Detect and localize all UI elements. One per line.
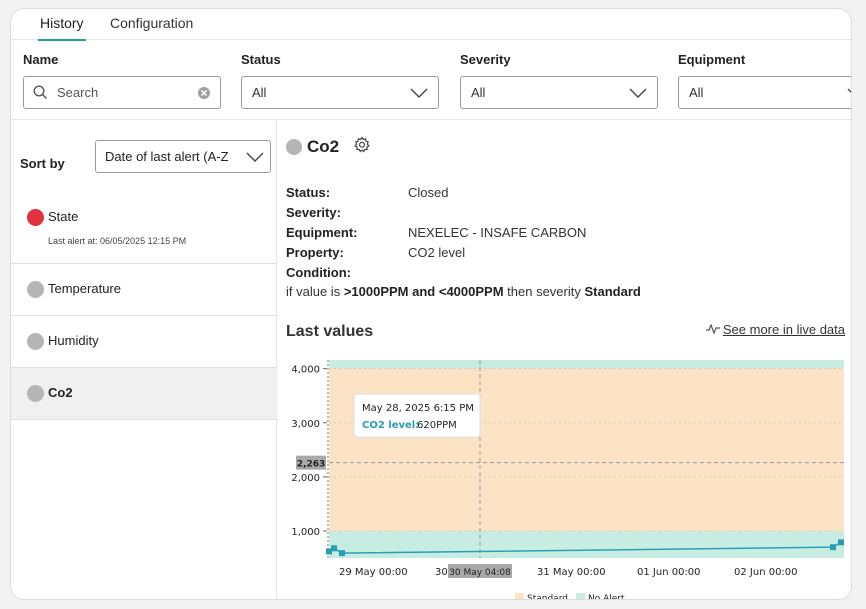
clear-icon[interactable] [197, 86, 211, 100]
status-value: Closed [408, 185, 449, 200]
severity-select-value: All [471, 85, 486, 100]
standard-band [329, 368, 844, 531]
alert-detail-panel: Co2 Status: Closed Severity: Equipment: … [278, 120, 851, 600]
status-select-value: All [252, 85, 267, 100]
tooltip-date: May 28, 2025 6:15 PM [362, 403, 474, 414]
x-tick-label: 02 Jun 00:00 [734, 567, 798, 578]
list-item-humidity[interactable]: Humidity [11, 316, 277, 368]
condition-severity: Standard [584, 284, 641, 299]
list-item-state[interactable]: State Last alert at: 06/05/2025 12:15 PM [11, 186, 277, 264]
x-tick-label: 01 Jun 00:00 [637, 567, 701, 578]
list-item-name: Temperature [48, 281, 121, 296]
legend-swatch-no-alert [576, 593, 585, 599]
severity-select[interactable]: All [460, 76, 658, 109]
data-point [830, 544, 836, 551]
see-more-live-data-link[interactable]: See more in live data [705, 322, 845, 337]
condition-text: if value is >1000PPM and <4000PPM then s… [286, 284, 641, 299]
equipment-filter-label: Equipment [678, 52, 746, 67]
property-value: CO2 level [408, 245, 466, 260]
legend-label-no-alert: No Alert [588, 594, 625, 600]
x-tick-label: 31 May 00:00 [537, 567, 606, 578]
status-dot-grey [286, 139, 302, 155]
status-dot-grey [27, 281, 44, 298]
x-tick-label: 29 May 00:00 [339, 567, 408, 578]
legend-swatch-standard [515, 593, 524, 599]
gear-icon[interactable] [353, 136, 371, 154]
list-item-name: Humidity [48, 333, 99, 348]
list-item-subtitle: Last alert at: 06/05/2025 12:15 PM [48, 236, 187, 246]
list-item-name: Co2 [48, 385, 73, 400]
condition-mid: then severity [507, 284, 581, 299]
search-placeholder: Search [57, 85, 99, 100]
status-dot-grey [27, 385, 44, 402]
condition-prefix: if value is [286, 284, 341, 299]
status-label: Status: [286, 185, 331, 200]
status-select[interactable]: All [241, 76, 439, 109]
condition-range: >1000PPM and <4000PPM [343, 284, 504, 299]
alert-list-panel: Sort by Date of last alert (A-Z State La… [11, 120, 277, 599]
filters-bar: Name Search Status All Severity All Equi… [11, 40, 851, 120]
search-input[interactable]: Search [23, 76, 221, 109]
tooltip-value: 620PPM [417, 420, 457, 431]
live-data-icon [705, 323, 720, 335]
equipment-select-value: All [689, 85, 704, 100]
y-tick-label: 3,000 [291, 419, 320, 430]
equipment-select[interactable]: All [678, 76, 851, 109]
y-tick-label: 4,000 [291, 365, 320, 376]
co2-chart: 4,000 3,000 2,000 1,000 2,263 29 May 00:00 30 … [291, 360, 844, 600]
crosshair-x-label: 30 May 04:08 [449, 568, 511, 578]
tooltip-series: CO2 level: [362, 420, 419, 431]
see-more-link-text: See more in live data [722, 322, 845, 337]
data-point [339, 550, 345, 557]
tab-configuration[interactable]: Configuration [110, 15, 193, 31]
chevron-down-icon [246, 150, 264, 164]
data-point [838, 539, 844, 546]
list-item-name: State [48, 209, 79, 224]
chevron-down-icon [410, 88, 428, 98]
list-item-temperature[interactable]: Temperature [11, 264, 277, 316]
data-point [331, 545, 337, 552]
equipment-value: NEXELEC - INSAFE CARBON [408, 225, 587, 240]
sort-select[interactable]: Date of last alert (A-Z [95, 140, 271, 173]
tab-history[interactable]: History [38, 15, 86, 41]
search-icon [33, 85, 47, 99]
status-filter-label: Status [241, 52, 281, 67]
status-dot-red [27, 209, 44, 226]
y-tick-label: 2,000 [291, 473, 320, 484]
condition-label: Condition: [286, 265, 351, 280]
property-label: Property: [286, 245, 344, 260]
tab-bar: History Configuration [11, 9, 851, 41]
alerts-panel: History Configuration Name Search Status… [10, 8, 852, 600]
severity-filter-label: Severity [460, 52, 511, 67]
severity-label: Severity: [286, 205, 341, 220]
y-tick-label: 1,000 [291, 527, 320, 538]
status-dot-grey [27, 333, 44, 350]
crosshair-y-label: 2,263 [297, 460, 325, 470]
last-values-title: Last values [286, 323, 374, 340]
sort-label: Sort by [20, 156, 65, 171]
chevron-down-icon [629, 88, 647, 98]
alert-title: Co2 [307, 137, 340, 156]
equipment-label: Equipment: [286, 225, 358, 240]
chevron-down-icon [847, 88, 851, 93]
legend-label-standard: Standard [527, 594, 568, 600]
sort-select-value: Date of last alert (A-Z [105, 149, 229, 164]
list-item-co2[interactable]: Co2 [11, 368, 277, 420]
name-filter-label: Name [23, 52, 59, 67]
